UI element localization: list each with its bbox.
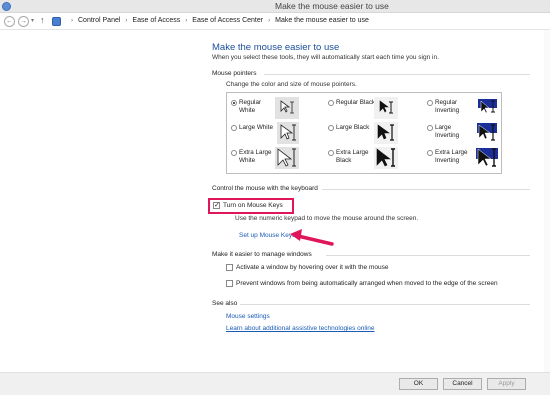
pointer-preview-extra-large-black	[374, 147, 398, 169]
breadcrumb-separator-icon[interactable]: ›	[268, 18, 270, 24]
ok-button[interactable]: OK	[399, 378, 438, 390]
pointer-option-label: Extra Large Black	[336, 149, 369, 164]
pointer-option-large-white[interactable]: Large White	[231, 122, 321, 146]
cursor-preview-icon	[476, 148, 498, 167]
pointer-option-extra-large-white[interactable]: Extra Large White	[231, 147, 321, 171]
section-title-see-also: See also	[212, 300, 238, 307]
scrollbar[interactable]	[544, 30, 550, 372]
section-title-keyboard: Control the mouse with the keyboard	[212, 185, 318, 192]
breadcrumb: › Control Panel › Ease of Access › Ease of Ac…	[66, 17, 369, 24]
radio-button[interactable]	[231, 150, 237, 156]
breadcrumb-separator-icon[interactable]: ›	[185, 18, 187, 24]
title-bar: Make the mouse easier to use	[0, 0, 550, 13]
back-arrow-icon[interactable]: ←	[4, 16, 15, 27]
cursor-preview-icon	[280, 100, 294, 114]
setup-mouse-keys-link[interactable]: Set up Mouse Keys	[239, 232, 295, 239]
mouse-settings-link[interactable]: Mouse settings	[226, 313, 270, 320]
mouse-keys-label[interactable]: Turn on Mouse Keys	[223, 202, 283, 209]
pointer-hint: Change the color and size of mouse point…	[226, 81, 357, 88]
section-divider	[322, 189, 530, 190]
cursor-preview-icon	[477, 123, 497, 141]
pointer-option-label: Extra Large Inverting	[435, 149, 468, 164]
cursor-preview-icon	[478, 99, 497, 114]
radio-button[interactable]	[427, 125, 433, 131]
button-bar: OK Cancel Apply	[0, 372, 550, 395]
cursor-preview-icon	[377, 124, 394, 141]
section-title-windows: Make it easier to manage windows	[212, 251, 312, 258]
breadcrumb-control-panel[interactable]: Control Panel	[78, 17, 120, 24]
forward-arrow-icon[interactable]: →	[18, 16, 29, 27]
page-title: Make the mouse easier to use	[212, 42, 340, 53]
pointer-preview-large-white	[277, 122, 299, 144]
pointer-option-large-black[interactable]: Large Black	[328, 122, 418, 146]
pointer-scheme-box: Regular White Regular Black Regular Inve…	[226, 92, 502, 174]
control-panel-icon	[52, 17, 61, 26]
section-divider	[264, 74, 530, 75]
cursor-preview-icon	[376, 148, 395, 167]
section-divider	[326, 255, 530, 256]
pointer-option-label: Extra Large White	[239, 149, 272, 164]
cursor-preview-icon	[280, 124, 296, 141]
radio-button[interactable]	[328, 125, 334, 131]
pointer-option-regular-white[interactable]: Regular White	[231, 97, 321, 121]
page-subtitle: When you select these tools, they will a…	[212, 54, 439, 61]
control-panel-app-icon[interactable]	[2, 2, 11, 11]
up-arrow-icon[interactable]: ↑	[40, 15, 45, 25]
pointer-option-large-inverting[interactable]: Large Inverting	[427, 122, 501, 146]
cursor-preview-icon	[379, 100, 393, 114]
cursor-preview-icon	[277, 148, 296, 167]
prevent-arrange-label[interactable]: Prevent windows from being automatically…	[236, 280, 498, 287]
breadcrumb-current-page[interactable]: Make the mouse easier to use	[275, 17, 369, 24]
pointer-option-regular-black[interactable]: Regular Black	[328, 97, 418, 121]
section-title-mouse-pointers: Mouse pointers	[212, 70, 257, 77]
assistive-tech-link[interactable]: Learn about additional assistive technol…	[226, 325, 375, 332]
pointer-preview-regular-inverting	[475, 97, 499, 119]
pointer-preview-regular-black	[374, 97, 398, 119]
radio-button[interactable]	[231, 125, 237, 131]
hover-activate-label[interactable]: Activate a window by hovering over it wi…	[236, 264, 388, 271]
mouse-keys-description: Use the numeric keypad to move the mouse…	[235, 215, 419, 222]
breadcrumb-separator-icon[interactable]: ›	[71, 18, 73, 24]
pointer-preview-regular-white	[275, 97, 299, 119]
radio-button[interactable]	[427, 100, 433, 106]
radio-button[interactable]	[427, 150, 433, 156]
recent-locations-chevron-icon[interactable]: ▾	[31, 17, 34, 24]
section-divider	[240, 304, 530, 305]
address-bar: ← → ▾ ↑ › Control Panel › Ease of Access › Ea…	[0, 13, 550, 30]
pointer-preview-large-black	[374, 122, 398, 144]
pointer-option-label: Large Inverting	[435, 124, 460, 139]
pointer-option-label: Regular White	[239, 99, 262, 114]
breadcrumb-separator-icon[interactable]: ›	[125, 18, 127, 24]
pointer-preview-extra-large-white	[275, 147, 299, 169]
pointer-option-label: Large White	[239, 124, 273, 131]
radio-button[interactable]	[328, 100, 334, 106]
cancel-button[interactable]: Cancel	[443, 378, 482, 390]
annotation-arrow-icon	[290, 229, 334, 246]
mouse-keys-checkbox[interactable]: ✓	[213, 202, 220, 209]
radio-button[interactable]	[231, 100, 237, 106]
pointer-option-label: Large Black	[336, 124, 370, 131]
pointer-option-label: Regular Inverting	[435, 99, 460, 114]
pointer-option-extra-large-black[interactable]: Extra Large Black	[328, 147, 418, 171]
prevent-arrange-checkbox[interactable]	[226, 280, 233, 287]
pointer-preview-extra-large-inverting	[475, 147, 499, 169]
radio-button[interactable]	[328, 150, 334, 156]
pointer-preview-large-inverting	[475, 122, 499, 144]
apply-button[interactable]: Apply	[487, 378, 526, 390]
breadcrumb-ease-of-access[interactable]: Ease of Access	[132, 17, 180, 24]
pointer-option-regular-inverting[interactable]: Regular Inverting	[427, 97, 501, 121]
window-title: Make the mouse easier to use	[275, 1, 389, 11]
hover-activate-checkbox[interactable]	[226, 264, 233, 271]
pointer-option-extra-large-inverting[interactable]: Extra Large Inverting	[427, 147, 501, 171]
breadcrumb-ease-of-access-center[interactable]: Ease of Access Center	[192, 17, 263, 24]
